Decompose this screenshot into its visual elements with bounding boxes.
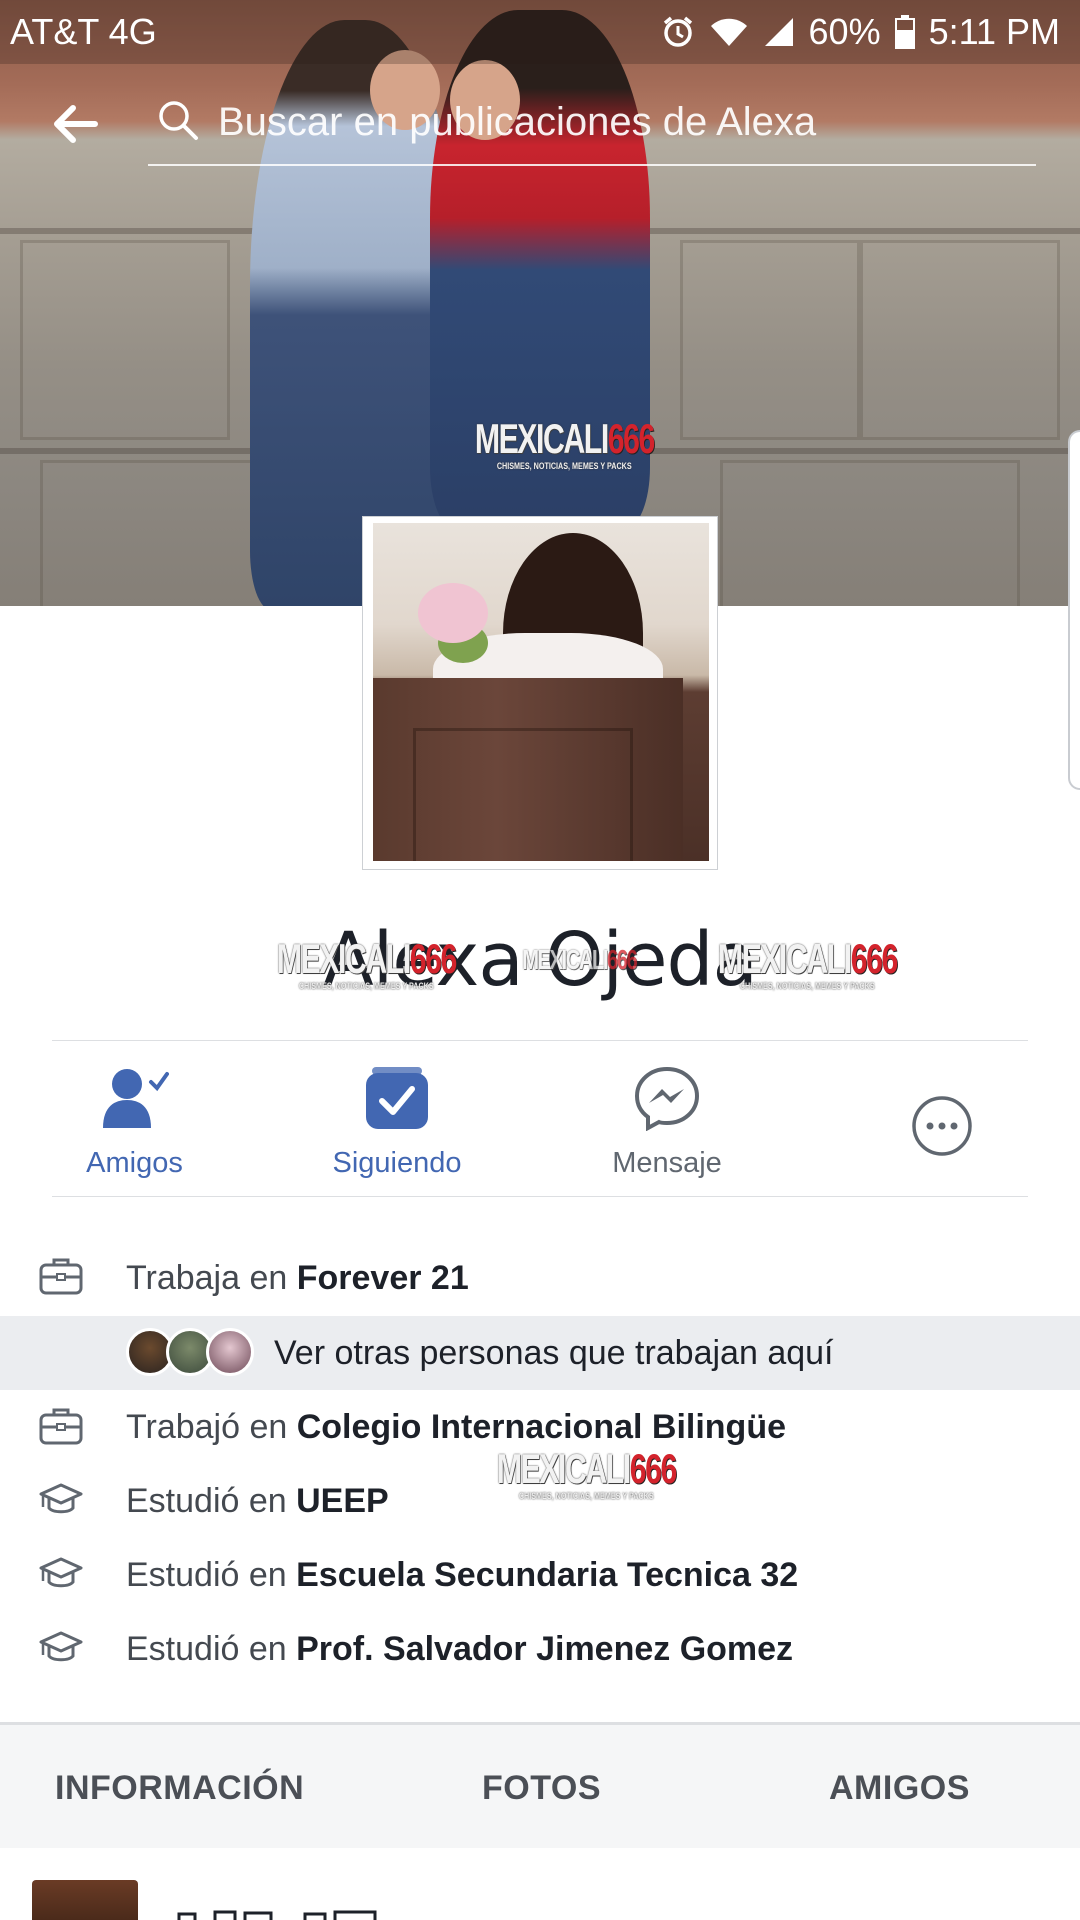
- education-row[interactable]: Estudió en Escuela Secundaria Tecnica 32: [0, 1538, 1080, 1612]
- messenger-icon: [634, 1063, 700, 1133]
- profile-tabs: INFORMACIÓN FOTOS AMIGOS: [0, 1722, 1080, 1848]
- battery-percent: 60%: [808, 11, 881, 52]
- graduation-cap-icon: [38, 1628, 84, 1668]
- post-composer-sliver: [0, 1848, 1080, 1920]
- friends-check-icon: [101, 1063, 169, 1133]
- photo-podium: [373, 678, 683, 861]
- search-input[interactable]: Buscar en publicaciones de Alexa: [148, 80, 1036, 166]
- education-text: Estudió en UEEP: [126, 1481, 389, 1520]
- coworker-avatars: [126, 1328, 266, 1378]
- avatar[interactable]: [32, 1880, 138, 1920]
- education-text: Estudió en Escuela Secundaria Tecnica 32: [126, 1555, 799, 1594]
- message-button[interactable]: Mensaje: [592, 1041, 742, 1198]
- watermark-name-right: MEXICALI666 CHISMES, NOTICIAS, MEMES Y P…: [717, 935, 899, 991]
- work-past-text: Trabajó en Colegio Internacional Bilingü…: [126, 1407, 786, 1446]
- search-header: Buscar en publicaciones de Alexa: [0, 80, 1080, 172]
- following-label: Siguiendo: [332, 1147, 462, 1179]
- following-button[interactable]: Siguiendo: [322, 1041, 472, 1198]
- following-check-icon: [364, 1063, 430, 1133]
- graduation-cap-icon: [38, 1554, 84, 1594]
- avatar: [206, 1328, 254, 1376]
- coworkers-link-text: Ver otras personas que trabajan aquí: [274, 1333, 834, 1372]
- wifi-icon: [709, 16, 749, 48]
- clock: 5:11 PM: [928, 11, 1060, 52]
- battery-icon: [894, 15, 915, 49]
- alarm-icon: [661, 15, 695, 49]
- briefcase-icon: [38, 1256, 84, 1296]
- work-current-row[interactable]: Trabaja en Forever 21: [0, 1240, 1080, 1316]
- cover-stone: [720, 460, 1020, 606]
- watermark-name-left: MEXICALI666 CHISMES, NOTICIAS, MEMES Y P…: [276, 935, 458, 991]
- work-current-text: Trabaja en Forever 21: [126, 1258, 469, 1297]
- friends-button[interactable]: Amigos: [52, 1041, 217, 1198]
- status-bar: AT&T 4G 60% 5:11 PM: [0, 0, 1080, 64]
- cut-off-text: [177, 1910, 377, 1920]
- tab-amigos[interactable]: AMIGOS: [829, 1725, 970, 1851]
- tab-fotos[interactable]: FOTOS: [482, 1725, 601, 1851]
- cover-stone: [680, 240, 860, 440]
- more-options-button[interactable]: [892, 1041, 992, 1198]
- cover-stone: [20, 240, 230, 440]
- friends-label: Amigos: [86, 1147, 183, 1179]
- photo-flowers: [418, 583, 488, 643]
- signal-icon: [763, 16, 795, 48]
- message-label: Mensaje: [612, 1147, 722, 1179]
- briefcase-icon: [38, 1406, 84, 1446]
- search-icon: [156, 98, 200, 147]
- search-placeholder: Buscar en publicaciones de Alexa: [218, 99, 817, 144]
- carrier-label: AT&T 4G: [10, 11, 157, 52]
- more-options-icon: [911, 1091, 973, 1161]
- profile-actions: Amigos Siguiendo Mensaje: [52, 1040, 1028, 1197]
- education-text: Estudió en Prof. Salvador Jimenez Gomez: [126, 1629, 794, 1668]
- watermark-cover: MEXICALI666 CHISMES, NOTICIAS, MEMES Y P…: [474, 415, 656, 471]
- watermark-name-center: MEXICALI666: [522, 944, 638, 975]
- watermark-info: MEXICALI666 CHISMES, NOTICIAS, MEMES Y P…: [496, 1445, 678, 1501]
- graduation-cap-icon: [38, 1480, 84, 1520]
- cover-stone: [860, 240, 1060, 440]
- side-scroll-handle[interactable]: [1068, 430, 1080, 790]
- education-row[interactable]: Estudió en Prof. Salvador Jimenez Gomez: [0, 1612, 1080, 1686]
- back-button[interactable]: [0, 80, 150, 172]
- profile-photo: [373, 523, 709, 861]
- back-arrow-icon: [51, 104, 99, 149]
- coworkers-link[interactable]: Ver otras personas que trabajan aquí: [0, 1316, 1080, 1390]
- tab-informacion[interactable]: INFORMACIÓN: [55, 1725, 304, 1851]
- profile-picture[interactable]: [362, 516, 718, 870]
